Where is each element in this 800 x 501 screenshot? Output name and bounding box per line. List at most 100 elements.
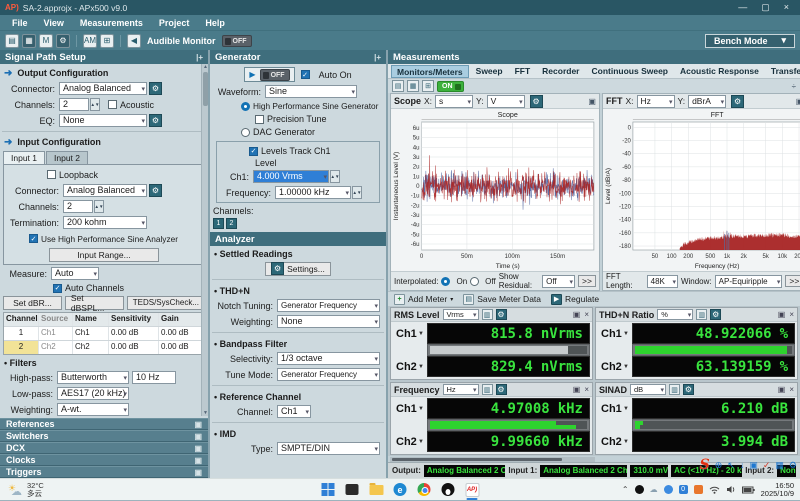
generator-pin-icon[interactable]: |+: [374, 53, 381, 62]
cell-name[interactable]: Ch2: [72, 341, 108, 354]
tray-orange-icon[interactable]: [694, 485, 703, 494]
tray-qq-icon[interactable]: [635, 485, 644, 494]
minimize-button[interactable]: —: [738, 2, 747, 13]
cell-channel[interactable]: 1: [4, 327, 38, 340]
add-meter-button[interactable]: +Add Meter▾: [394, 294, 453, 305]
fft-x-select[interactable]: Hz: [637, 95, 675, 108]
section-bar-clocks[interactable]: Clocks▣: [0, 454, 208, 466]
channel-label[interactable]: Ch2▼: [598, 356, 632, 377]
high-pass-select[interactable]: Butterworth: [57, 371, 129, 384]
meter-gear-icon[interactable]: ⚙: [496, 384, 507, 395]
output-connector-gear-icon[interactable]: ⚙: [149, 82, 162, 95]
fft-length-select[interactable]: 48K: [647, 275, 678, 288]
gen-frequency-input[interactable]: 1.00000 kHz: [275, 186, 351, 199]
tray-cloud-icon[interactable]: ☁: [650, 485, 658, 494]
tab-monitors-meters[interactable]: Monitors/Meters: [391, 65, 469, 78]
hpsa-checkbox[interactable]: ✓: [29, 234, 38, 243]
cell-gain[interactable]: 0.00 dB: [158, 341, 202, 354]
tab-fft[interactable]: FFT: [510, 65, 536, 78]
menu-measurements[interactable]: Measurements: [80, 18, 143, 28]
meter-popout-icon[interactable]: ▣: [778, 385, 786, 394]
auto-channels-checkbox[interactable]: ✓: [53, 284, 62, 293]
settings-gear-icon[interactable]: ⚙: [56, 34, 70, 48]
apx500-taskbar-icon[interactable]: AP): [465, 482, 480, 497]
meter-bar-mode-icon[interactable]: ▥: [482, 309, 493, 320]
s-logo-icon[interactable]: S: [700, 457, 710, 473]
meters-hscrollbar[interactable]: [390, 457, 595, 462]
gear-icon[interactable]: ⚙: [789, 460, 797, 471]
tab-continuous-sweep[interactable]: Continuous Sweep: [587, 65, 674, 78]
input-channels-stepper[interactable]: ▲▼: [94, 200, 104, 213]
channel-label[interactable]: Ch1▼: [598, 323, 632, 344]
menu-view[interactable]: View: [44, 18, 64, 28]
meters-view-icon[interactable]: ▤: [392, 80, 404, 92]
layout-icon[interactable]: ⊞: [100, 34, 114, 48]
notch-tuning-select[interactable]: Generator Frequency: [277, 299, 380, 312]
move-icon[interactable]: ⊕: [715, 460, 723, 471]
meter-close-icon[interactable]: ×: [584, 385, 589, 394]
qq-icon[interactable]: [441, 482, 456, 497]
meter-close-icon[interactable]: ×: [584, 310, 589, 319]
tab-input-2[interactable]: Input 2: [46, 151, 88, 164]
output-connector-select[interactable]: Analog Balanced: [59, 82, 147, 95]
fft-gear-icon[interactable]: ⚙: [731, 95, 744, 108]
precision-tune-checkbox[interactable]: [255, 115, 264, 124]
monitor-on-toggle[interactable]: ON: [437, 81, 464, 92]
fft-more-button[interactable]: >>: [785, 275, 800, 287]
show-residual-select[interactable]: Off: [542, 275, 575, 288]
volume-icon[interactable]: [726, 485, 736, 494]
scope-popout-icon[interactable]: ▣: [588, 97, 596, 106]
popout-icon[interactable]: ▣: [194, 444, 202, 453]
cell-channel[interactable]: 2: [4, 341, 38, 354]
meter-close-icon[interactable]: ×: [789, 385, 794, 394]
hps-generator-radio[interactable]: [241, 102, 250, 111]
fft-window-select[interactable]: AP-Equiripple: [715, 275, 783, 288]
tab-transfer-function[interactable]: Transfer Function: [766, 65, 800, 78]
termination-select[interactable]: 200 kohm: [63, 216, 147, 229]
regulate-button[interactable]: ▶Regulate: [551, 294, 599, 305]
interpolated-on-radio[interactable]: [441, 277, 450, 286]
selectivity-select[interactable]: 1/3 octave: [277, 352, 380, 365]
settled-settings-button[interactable]: ⚙Settings...: [265, 262, 331, 276]
meter-gear-icon[interactable]: ⚙: [496, 309, 507, 320]
gen-ch1-level-input[interactable]: 4.000 Vrms: [253, 170, 329, 183]
gen-frequency-stepper[interactable]: ▲▼: [352, 186, 362, 199]
analyzer-weighting-select[interactable]: None: [277, 315, 380, 328]
meter-popout-icon[interactable]: ▣: [778, 310, 786, 319]
report-icon[interactable]: M: [39, 34, 53, 48]
tab-recorder[interactable]: Recorder: [537, 65, 584, 78]
cell-source[interactable]: Ch1: [38, 327, 72, 340]
audible-monitor-toggle[interactable]: OFF: [222, 35, 252, 47]
scope-more-button[interactable]: >>: [578, 275, 596, 287]
meter-unit-select[interactable]: dB: [630, 384, 666, 395]
dac-generator-radio[interactable]: [241, 128, 250, 137]
window-icon[interactable]: ▣: [749, 460, 758, 471]
menu-file[interactable]: File: [12, 18, 28, 28]
scope-y-select[interactable]: V: [487, 95, 525, 108]
meter-bar-mode-icon[interactable]: ▥: [696, 309, 707, 320]
channel-label[interactable]: Ch2▼: [393, 431, 427, 452]
left-scrollbar[interactable]: ▲▼: [201, 64, 208, 416]
tab-sweep[interactable]: Sweep: [471, 65, 508, 78]
tray-chevron-icon[interactable]: ⌃: [622, 485, 629, 494]
meter-unit-select[interactable]: %: [657, 309, 693, 320]
tune-mode-select[interactable]: Generator Frequency: [277, 368, 380, 381]
meter-gear-icon[interactable]: ⚙: [683, 384, 694, 395]
meter-popout-icon[interactable]: ▣: [573, 385, 581, 394]
maximize-button[interactable]: ▢: [761, 2, 770, 13]
taskbar-weather[interactable]: ☀☁ 32°C多云: [0, 482, 44, 498]
new-project-icon[interactable]: ▤: [5, 34, 19, 48]
bench-mode-selector[interactable]: Bench Mode▾: [705, 34, 795, 48]
open-project-icon[interactable]: ▦: [22, 34, 36, 48]
ref-channel-select[interactable]: Ch1: [277, 405, 311, 418]
loopback-checkbox[interactable]: [47, 170, 56, 179]
grid-icon[interactable]: ▦: [775, 460, 784, 471]
output-eq-select[interactable]: None: [59, 114, 147, 127]
popout-icon[interactable]: ▣: [194, 468, 202, 477]
section-bar-dcx[interactable]: DCX▣: [0, 442, 208, 454]
interpolated-off-radio[interactable]: [470, 277, 479, 286]
input-connector-select[interactable]: Analog Balanced: [63, 184, 147, 197]
meter-gear-icon[interactable]: ⚙: [710, 309, 721, 320]
set-dbspl-button[interactable]: Set dBSPL...: [65, 296, 124, 310]
file-explorer-icon[interactable]: [369, 482, 384, 497]
